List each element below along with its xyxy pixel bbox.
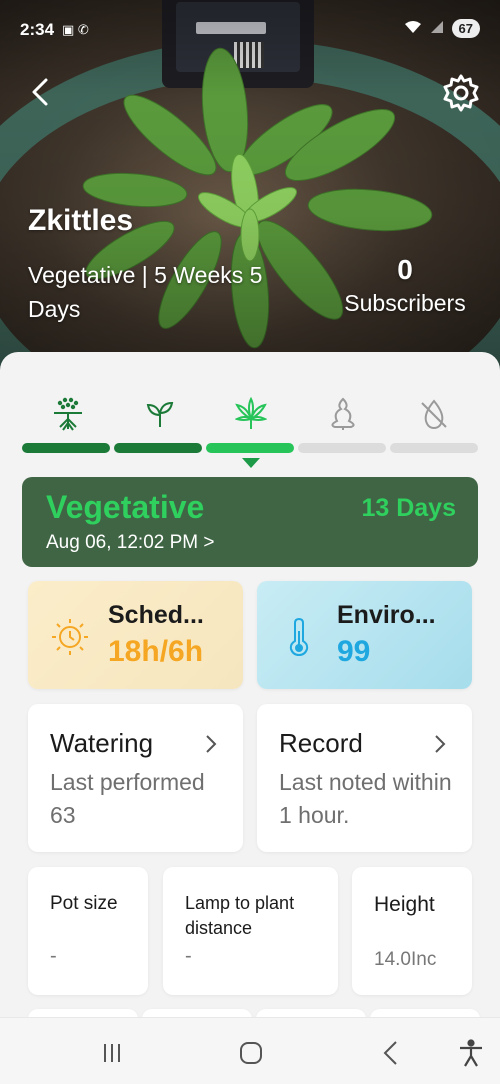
- lamp-distance-value: -: [185, 945, 192, 967]
- progress-segment: [114, 443, 202, 453]
- system-back-button[interactable]: [376, 1038, 406, 1068]
- home-button[interactable]: [236, 1038, 266, 1068]
- stage-start-date[interactable]: Aug 06, 12:02 PM >: [46, 532, 214, 554]
- vegetative-leaf-icon[interactable]: [234, 396, 268, 431]
- gear-icon: [443, 74, 479, 112]
- stage-progress-bar: [22, 443, 478, 453]
- progress-segment: [298, 443, 386, 453]
- details-sheet: Vegetative 13 Days Aug 06, 12:02 PM > Sc…: [0, 352, 500, 1084]
- seedling-icon[interactable]: [144, 397, 176, 431]
- chevron-right-icon: [206, 735, 217, 753]
- height-value: 14.0Inc: [374, 949, 437, 970]
- plant-name: Zkittles: [28, 204, 134, 237]
- subscribers[interactable]: 0 Subscribers: [330, 254, 480, 317]
- accessibility-button[interactable]: [456, 1038, 486, 1068]
- sun-clock-icon: [52, 619, 88, 655]
- schedule-value: 18h/6h: [108, 635, 204, 668]
- environment-tile[interactable]: Enviro... 99: [257, 581, 472, 689]
- pot-size-label: Pot size: [50, 893, 118, 914]
- recent-apps-icon: [104, 1044, 120, 1062]
- record-title: Record: [279, 728, 363, 758]
- pot-size-tile[interactable]: Pot size -: [28, 867, 148, 995]
- system-nav-bar: [0, 1017, 500, 1084]
- back-button[interactable]: [24, 74, 58, 110]
- recent-apps-button[interactable]: [97, 1038, 127, 1068]
- height-tile[interactable]: Height 14.0Inc: [352, 867, 472, 995]
- drying-icon[interactable]: [418, 397, 450, 431]
- battery-level: 67: [451, 19, 480, 38]
- lamp-distance-tile[interactable]: Lamp to plant distance -: [163, 867, 338, 995]
- progress-segment: [390, 443, 478, 453]
- pot-size-value: -: [50, 945, 57, 967]
- flowering-icon[interactable]: [327, 397, 359, 431]
- height-label: Height: [374, 893, 435, 916]
- signal-icon: [430, 20, 444, 38]
- watering-tile[interactable]: Watering Last performed 63: [28, 704, 243, 852]
- chevron-right-icon: [435, 735, 446, 753]
- home-icon: [240, 1042, 262, 1064]
- environment-value: 99: [337, 635, 371, 668]
- settings-button[interactable]: [441, 73, 481, 113]
- progress-segment: [22, 443, 110, 453]
- watering-title: Watering: [50, 728, 154, 758]
- current-stage-card[interactable]: Vegetative 13 Days Aug 06, 12:02 PM >: [22, 477, 478, 567]
- stage-days: 13 Days: [361, 494, 456, 522]
- schedule-label: Sched...: [108, 601, 204, 629]
- progress-segment: [206, 443, 294, 453]
- lamp-distance-label: Lamp to plant distance: [185, 893, 295, 938]
- schedule-tile[interactable]: Sched... 18h/6h: [28, 581, 243, 689]
- stage-icons: [0, 396, 500, 437]
- watering-status: Last performed 63: [50, 769, 205, 828]
- record-tile[interactable]: Record Last noted within 1 hour.: [257, 704, 472, 852]
- status-time: 2:34: [20, 20, 55, 39]
- current-stage-indicator: [242, 458, 260, 468]
- status-bar: 2:34 ▣ ✆ 67: [0, 0, 500, 60]
- environment-label: Enviro...: [337, 601, 436, 629]
- chevron-left-icon: [32, 78, 48, 106]
- wifi-icon: [404, 20, 422, 38]
- subscribers-count: 0: [397, 254, 413, 285]
- accessibility-icon: [460, 1039, 482, 1067]
- record-status: Last noted within 1 hour.: [279, 769, 452, 828]
- thermometer-icon: [289, 617, 309, 657]
- notification-icons: ▣ ✆: [62, 22, 89, 37]
- stage-summary: Vegetative | 5 Weeks 5 Days: [28, 262, 263, 322]
- germination-icon[interactable]: [52, 397, 84, 431]
- back-arrow-icon: [383, 1041, 397, 1065]
- subscribers-label: Subscribers: [344, 290, 466, 316]
- stage-name: Vegetative: [46, 489, 205, 525]
